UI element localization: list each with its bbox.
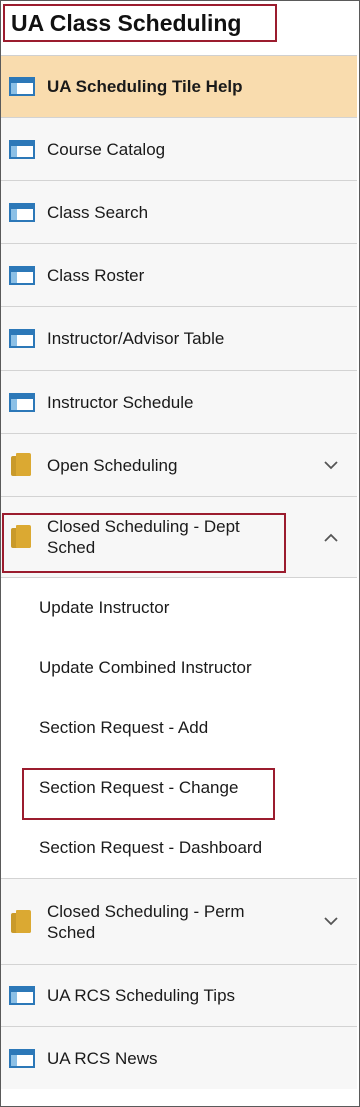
window-icon: [9, 77, 35, 96]
window-icon: [9, 202, 35, 222]
window-icon: [9, 329, 35, 348]
nav-item-course-catalog[interactable]: Course Catalog: [1, 118, 357, 181]
nav-item-label: UA RCS Scheduling Tips: [47, 986, 236, 1005]
nav-item-label: Closed Scheduling - Dept Sched: [47, 517, 240, 557]
nav-item-label: Open Scheduling: [47, 455, 178, 475]
nav-item-class-roster[interactable]: Class Roster: [1, 244, 357, 307]
window-icon: [9, 392, 35, 412]
nav-item-label: Closed Scheduling - Perm Sched: [47, 901, 245, 942]
window-icon: [9, 1048, 35, 1068]
window-icon: [9, 139, 35, 159]
chevron-down-icon[interactable]: [323, 914, 339, 930]
nav-item-class-search[interactable]: Class Search: [1, 181, 357, 244]
submenu-item-section-request-change[interactable]: Section Request - Change: [1, 758, 357, 818]
nav-item-rcs-news[interactable]: UA RCS News: [1, 1027, 357, 1089]
nav-item-rcs-scheduling-tips[interactable]: UA RCS Scheduling Tips: [1, 965, 357, 1027]
nav-item-label: Instructor/Advisor Table: [47, 329, 225, 348]
nav-item-closed-scheduling-dept[interactable]: Closed Scheduling - Dept Sched: [1, 497, 357, 578]
chevron-up-icon[interactable]: [323, 529, 339, 545]
folder-icon: [11, 453, 33, 477]
chevron-down-icon[interactable]: [323, 457, 339, 473]
folder-icon: [11, 525, 33, 549]
nav-item-label: Class Search: [47, 202, 149, 222]
nav-item-open-scheduling[interactable]: Open Scheduling: [1, 434, 357, 497]
folder-icon: [11, 909, 33, 934]
nav-item-label: Course Catalog: [47, 139, 166, 159]
nav-item-label: UA Scheduling Tile Help: [47, 77, 243, 96]
nav-list: UA Scheduling Tile Help Course Catalog C…: [1, 55, 357, 1089]
submenu-item-update-combined-instructor[interactable]: Update Combined Instructor: [1, 638, 357, 698]
nav-item-instructor-schedule[interactable]: Instructor Schedule: [1, 371, 357, 434]
nav-item-closed-scheduling-perm[interactable]: Closed Scheduling - Perm Sched: [1, 879, 357, 965]
window-icon: [9, 265, 35, 285]
window-icon: [9, 986, 35, 1005]
submenu-item-section-request-add[interactable]: Section Request - Add: [1, 698, 357, 758]
submenu-item-section-request-dashboard[interactable]: Section Request - Dashboard: [1, 818, 357, 878]
submenu-closed-scheduling-dept: Update Instructor Update Combined Instru…: [1, 578, 357, 879]
nav-item-label: UA RCS News: [47, 1048, 158, 1068]
nav-item-tile-help[interactable]: UA Scheduling Tile Help: [1, 56, 357, 118]
page-title: UA Class Scheduling: [3, 4, 277, 42]
nav-item-label: Instructor Schedule: [47, 392, 194, 412]
nav-panel: UA Class Scheduling UA Scheduling Tile H…: [0, 0, 360, 1107]
nav-item-instructor-advisor-table[interactable]: Instructor/Advisor Table: [1, 307, 357, 371]
nav-item-label: Class Roster: [47, 265, 145, 285]
submenu-item-update-instructor[interactable]: Update Instructor: [1, 578, 357, 638]
